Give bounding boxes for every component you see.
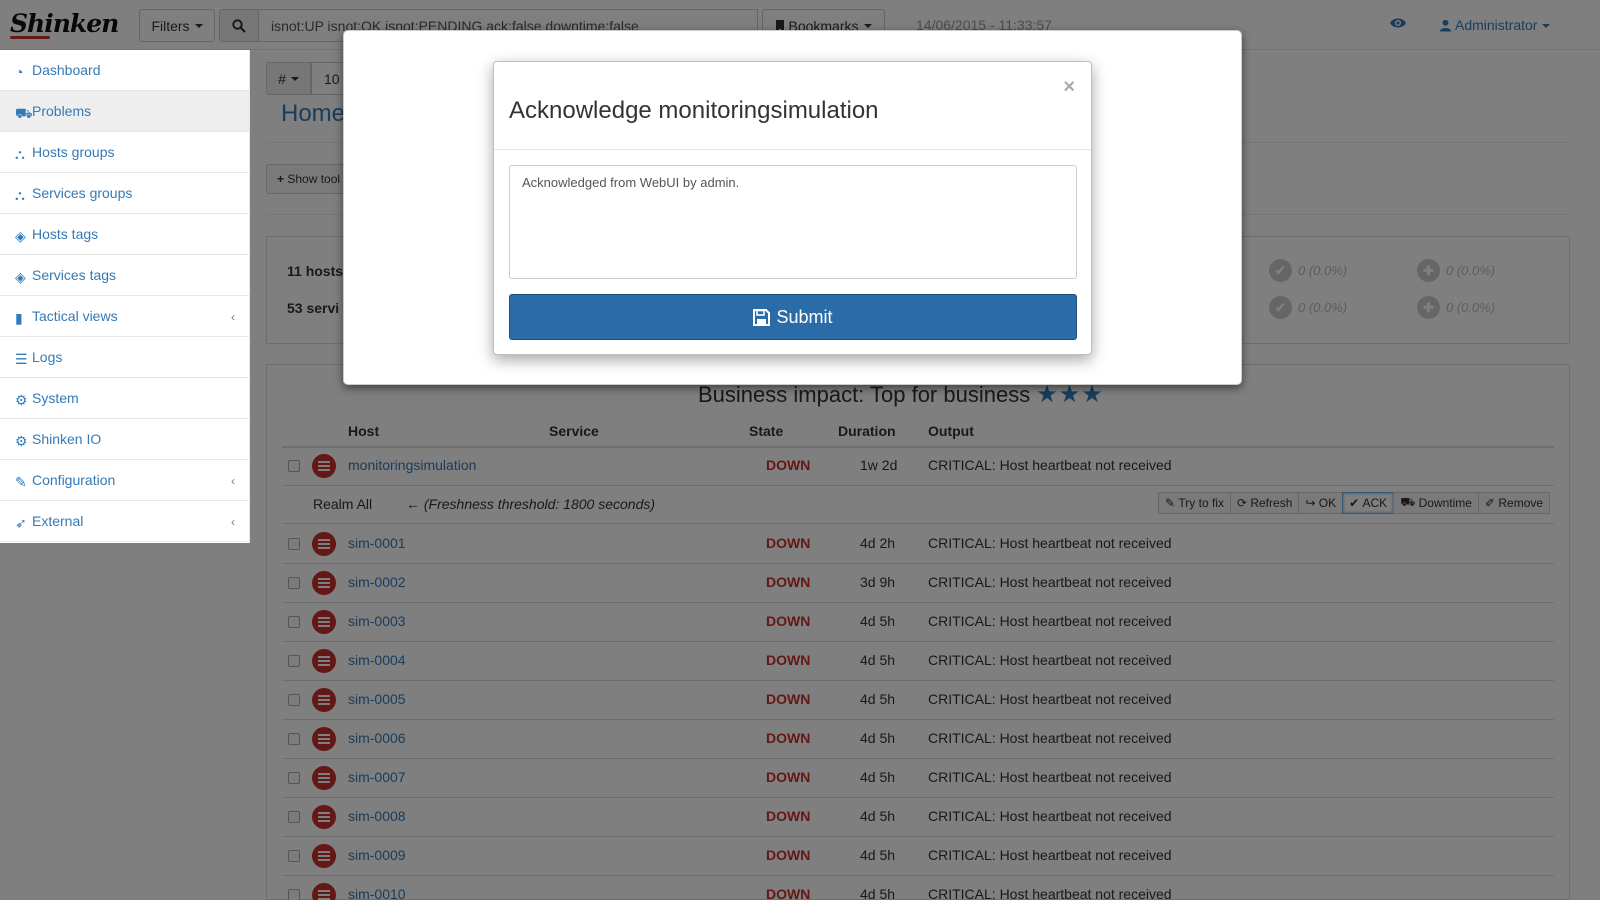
ambulance-icon: ⛟ (15, 104, 33, 121)
sidebar-item-label: Problems (32, 103, 92, 119)
sidebar-item-external[interactable]: ➶ External ‹ (0, 501, 249, 542)
sitemap-icon: ⛬ (15, 145, 25, 162)
sidebar-item-label: Services groups (32, 185, 133, 201)
tags-icon: ◈ (15, 227, 26, 244)
sidebar-item-label: Dashboard (32, 62, 101, 78)
save-icon (753, 308, 771, 326)
close-icon[interactable]: × (1063, 76, 1075, 99)
sidebar-item-label: Shinken IO (32, 431, 102, 447)
sidebar-item-problems[interactable]: ⛟ Problems (0, 91, 249, 132)
wrench-icon: ✎ (15, 473, 27, 490)
gears-icon: ⚙ (15, 391, 28, 408)
chevron-left-icon: ‹ (231, 310, 235, 324)
acknowledge-modal: × Acknowledge monitoringsimulation Ackno… (493, 61, 1092, 355)
sidebar-item-hosts-groups[interactable]: ⛬ Hosts groups (0, 132, 249, 173)
sidebar-item-logs[interactable]: ☰ Logs (0, 337, 249, 378)
submit-label: Submit (776, 306, 833, 327)
sidebar-item-label: System (32, 390, 79, 406)
sidebar-item-dashboard[interactable]: ◔ Dashboard (0, 50, 249, 91)
sidebar-item-label: Services tags (32, 267, 117, 283)
sitemap-icon: ⛬ (15, 186, 25, 203)
submit-button[interactable]: Submit (509, 294, 1077, 340)
sidebar-item-label: Hosts tags (32, 226, 99, 242)
sidebar-item-tactical-views[interactable]: ▮ Tactical views ‹ (0, 296, 249, 337)
bar-chart-icon: ▮ (15, 309, 23, 326)
tags-icon: ◈ (15, 268, 26, 285)
chevron-left-icon: ‹ (231, 474, 235, 488)
sidebar-item-label: External (32, 513, 84, 529)
sidebar: ◔ Dashboard ⛟ Problems ⛬ Hosts groups ⛬ Serv… (0, 50, 250, 543)
sidebar-item-label: Hosts groups (32, 144, 115, 160)
gears-icon: ⚙ (15, 432, 28, 449)
modal-title: Acknowledge monitoringsimulation (509, 97, 879, 124)
sidebar-item-label: Configuration (32, 472, 116, 488)
sidebar-item-system[interactable]: ⚙ System (0, 378, 249, 419)
chevron-left-icon: ‹ (231, 515, 235, 529)
modal-divider (494, 149, 1091, 150)
sidebar-item-services-tags[interactable]: ◈ Services tags (0, 255, 249, 296)
sidebar-item-hosts-tags[interactable]: ◈ Hosts tags (0, 214, 249, 255)
sidebar-item-label: Logs (32, 349, 63, 365)
sidebar-item-label: Tactical views (32, 308, 118, 324)
list-icon: ☰ (15, 350, 28, 367)
sidebar-item-services-groups[interactable]: ⛬ Services groups (0, 173, 249, 214)
sidebar-item-shinken-io[interactable]: ⚙ Shinken IO (0, 419, 249, 460)
ack-comment-textarea[interactable]: Acknowledged from WebUI by admin. (509, 165, 1077, 279)
rocket-icon: ➶ (15, 514, 27, 531)
sidebar-item-configuration[interactable]: ✎ Configuration ‹ (0, 460, 249, 501)
dashboard-icon: ◔ (15, 63, 24, 80)
